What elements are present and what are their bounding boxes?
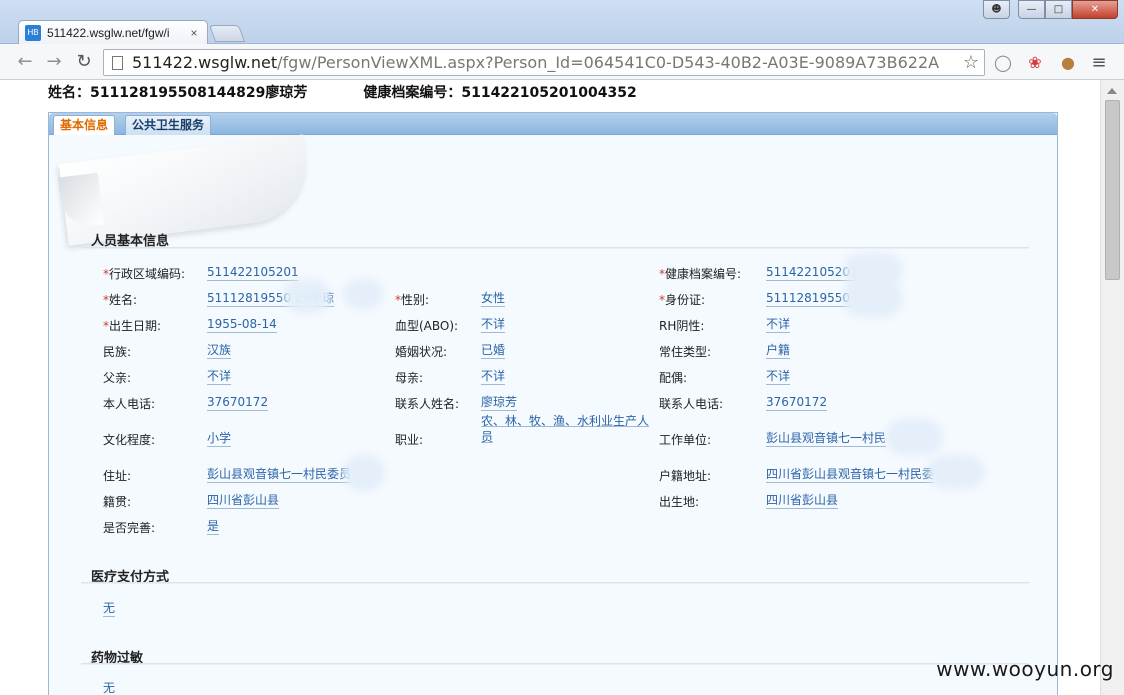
- id-label: *身份证:: [659, 293, 706, 307]
- maximize-button[interactable]: □: [1045, 0, 1072, 19]
- address-bar[interactable]: 511422.wsglw.net/fgw/PersonViewXML.aspx?…: [103, 49, 985, 76]
- blood-label: 血型(ABO):: [395, 319, 459, 333]
- name-label: 姓名：: [48, 85, 90, 101]
- tab-public-health[interactable]: 公共卫生服务: [125, 115, 212, 135]
- favicon-icon: HB: [25, 25, 41, 41]
- redaction-blur: [349, 285, 377, 303]
- spouse-value[interactable]: 不详: [766, 369, 791, 385]
- region-code-value[interactable]: 511422105201: [207, 265, 299, 281]
- menu-icon[interactable]: ≡: [1088, 52, 1110, 74]
- mother-value[interactable]: 不详: [481, 369, 506, 385]
- opera-icon[interactable]: ◯: [992, 52, 1014, 74]
- forward-arrow-icon[interactable]: →: [43, 51, 65, 73]
- minimize-button[interactable]: —: [1018, 0, 1045, 19]
- watermark: www.wooyun.org: [936, 657, 1114, 681]
- rh-label: RH阴性:: [659, 319, 705, 333]
- birthplace-label: 出生地:: [659, 495, 700, 509]
- user-icon[interactable]: ☻: [983, 0, 1010, 19]
- allergy-value[interactable]: 无: [103, 681, 115, 695]
- redaction-blur: [289, 285, 325, 307]
- phone-label: 本人电话:: [103, 397, 156, 411]
- url-text[interactable]: 511422.wsglw.net/fgw/PersonViewXML.aspx?…: [132, 53, 958, 72]
- native-value[interactable]: 四川省彭山县: [207, 493, 280, 509]
- birth-label: *出生日期:: [103, 319, 162, 333]
- info-panel: 基本信息 公共卫生服务 人员基本信息 *行政区域编码: 511422105201…: [48, 112, 1058, 695]
- title-bar: HB 511422.wsglw.net/fgw/i × ☻ — □ ✕: [0, 0, 1124, 45]
- contact-label: 联系人姓名:: [395, 397, 460, 411]
- close-window-button[interactable]: ✕: [1072, 0, 1118, 19]
- education-value[interactable]: 小学: [207, 431, 232, 447]
- star-icon[interactable]: ☆: [958, 52, 984, 73]
- native-label: 籍贯:: [103, 495, 132, 509]
- browser-toolbar: ← → ↻ 511422.wsglw.net/fgw/PersonViewXML…: [0, 44, 1124, 80]
- hukou-value[interactable]: 四川省彭山县观音镇七一村民委: [766, 467, 935, 483]
- person-header: 姓名：511128195508144829廖琼芳 健康档案编号：511422105…: [48, 82, 637, 102]
- payment-value[interactable]: 无: [103, 601, 116, 617]
- redaction-blur: [849, 259, 897, 281]
- hukou-label: 户籍地址:: [659, 469, 712, 483]
- browser-tab[interactable]: HB 511422.wsglw.net/fgw/i ×: [18, 20, 208, 45]
- close-tab-icon[interactable]: ×: [187, 26, 201, 40]
- health-no-label: *健康档案编号:: [659, 267, 742, 281]
- region-code-label: *行政区域编码:: [103, 267, 186, 281]
- new-tab-button[interactable]: [208, 25, 246, 42]
- section-divider: [81, 247, 1029, 249]
- residence-value[interactable]: 户籍: [766, 343, 791, 359]
- father-value[interactable]: 不详: [207, 369, 232, 385]
- residence-label: 常住类型:: [659, 345, 712, 359]
- contact-phone-label: 联系人电话:: [659, 397, 724, 411]
- marital-label: 婚姻状况:: [395, 345, 448, 359]
- id-value[interactable]: 51112819550: [766, 291, 850, 307]
- record-label: 健康档案编号：: [363, 85, 462, 101]
- tab-title: 511422.wsglw.net/fgw/i: [47, 26, 170, 40]
- workplace-value[interactable]: 彭山县观音镇七一村民: [766, 431, 887, 447]
- reload-icon[interactable]: ↻: [73, 51, 95, 73]
- panel-tabbar: 基本信息 公共卫生服务: [49, 113, 1057, 135]
- blood-value[interactable]: 不详: [481, 317, 506, 333]
- education-label: 文化程度:: [103, 433, 156, 447]
- scroll-thumb[interactable]: [1105, 100, 1120, 280]
- record-value: 511422105201004352: [461, 85, 637, 101]
- back-arrow-icon[interactable]: ←: [14, 51, 36, 73]
- page-viewport: 姓名：511128195508144829廖琼芳 健康档案编号：511422105…: [0, 80, 1100, 695]
- tab-basic-info[interactable]: 基本信息: [53, 115, 116, 135]
- scroll-up-arrow-icon[interactable]: [1107, 88, 1117, 94]
- phone-value[interactable]: 37670172: [207, 395, 269, 411]
- mother-label: 母亲:: [395, 371, 424, 385]
- vertical-scrollbar[interactable]: [1100, 80, 1124, 695]
- name-field-label: *姓名:: [103, 293, 138, 307]
- redaction-blur: [933, 461, 979, 483]
- address-value[interactable]: 彭山县观音镇七一村民委员: [207, 467, 352, 483]
- section-divider: [81, 663, 1029, 665]
- father-label: 父亲:: [103, 371, 132, 385]
- hub-icon[interactable]: ❀: [1024, 52, 1046, 74]
- page-icon: [112, 55, 123, 70]
- section-divider: [81, 582, 1029, 584]
- ethnic-value[interactable]: 汉族: [207, 343, 232, 359]
- spouse-label: 配偶:: [659, 371, 688, 385]
- occupation-value[interactable]: 农、林、牧、渔、水利业生产人员: [481, 413, 651, 445]
- gender-value[interactable]: 女性: [481, 291, 506, 307]
- address-label: 住址:: [103, 469, 132, 483]
- marital-value[interactable]: 已婚: [481, 343, 506, 359]
- window-controls: ☻ — □ ✕: [983, 0, 1118, 19]
- name-value: 511128195508144829廖琼芳: [90, 85, 308, 101]
- cookie-icon[interactable]: ●: [1057, 52, 1079, 74]
- redaction-blur: [349, 461, 379, 485]
- workplace-label: 工作单位:: [659, 433, 712, 447]
- contact-value[interactable]: 廖琼芳: [481, 395, 518, 411]
- occupation-label: 职业:: [395, 433, 424, 447]
- contact-phone-value[interactable]: 37670172: [766, 395, 828, 411]
- complete-value[interactable]: 是: [207, 519, 220, 535]
- birthplace-value[interactable]: 四川省彭山县: [766, 493, 839, 509]
- health-no-value[interactable]: 511422105201: [766, 265, 858, 281]
- gender-label: *性别:: [395, 293, 430, 307]
- redaction-blur: [849, 285, 897, 311]
- redaction-blur: [891, 425, 937, 449]
- rh-value[interactable]: 不详: [766, 317, 791, 333]
- birth-value[interactable]: 1955-08-14: [207, 317, 277, 333]
- complete-label: 是否完善:: [103, 521, 156, 535]
- ethnic-label: 民族:: [103, 345, 132, 359]
